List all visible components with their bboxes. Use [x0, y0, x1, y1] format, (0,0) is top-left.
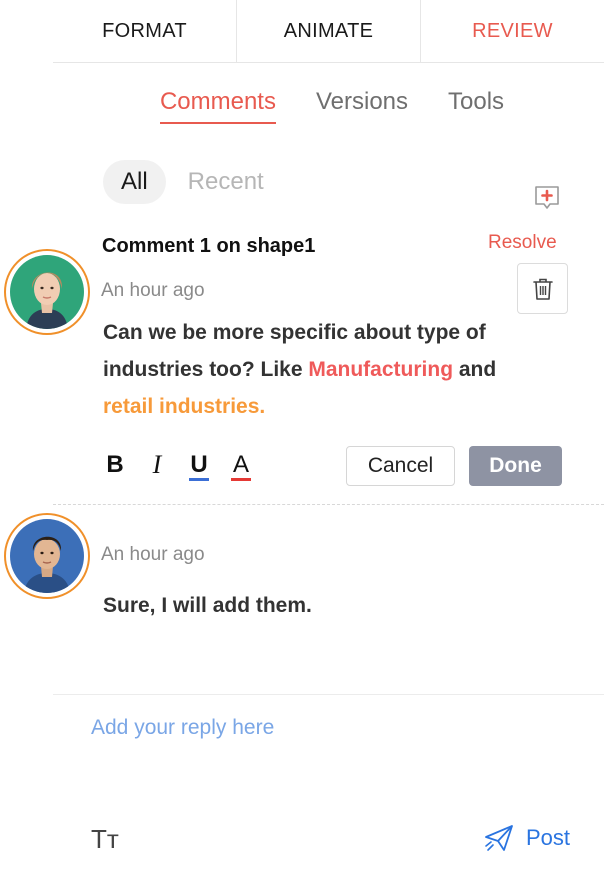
- subtab-versions[interactable]: Versions: [316, 88, 408, 124]
- resolve-link[interactable]: Resolve: [488, 232, 557, 254]
- comment-divider: [53, 504, 604, 505]
- post-label: Post: [526, 825, 571, 850]
- comment-timestamp: An hour ago: [101, 280, 205, 301]
- subtab-tools[interactable]: Tools: [448, 88, 504, 124]
- font-color-button[interactable]: A: [229, 451, 253, 481]
- text-size-icon[interactable]: Tт: [91, 824, 119, 855]
- comment-highlight-retail: retail industries.: [103, 395, 266, 418]
- send-icon: [485, 825, 513, 851]
- comment-text: and: [453, 358, 497, 381]
- italic-button[interactable]: I: [145, 450, 169, 480]
- comment-highlight-manufacturing: Manufacturing: [308, 358, 454, 381]
- delete-comment-button[interactable]: [517, 263, 568, 314]
- avatar: [4, 249, 90, 335]
- done-button[interactable]: Done: [469, 446, 562, 486]
- user-avatar-male-icon: [10, 519, 84, 593]
- subtab-comments[interactable]: Comments: [159, 88, 276, 124]
- filter-recent[interactable]: Recent: [170, 160, 282, 204]
- bold-button[interactable]: B: [103, 451, 127, 479]
- user-avatar-female-icon: [10, 255, 84, 329]
- review-sub-tabs: Comments Versions Tools: [0, 88, 604, 124]
- comment-body[interactable]: Can we be more specific about type of in…: [103, 314, 543, 425]
- trash-icon: [532, 278, 553, 300]
- comment-title: Comment 1 on shape1: [102, 235, 316, 257]
- tab-format[interactable]: FORMAT: [53, 0, 236, 62]
- tab-review[interactable]: REVIEW: [420, 0, 604, 62]
- post-button[interactable]: Post: [484, 824, 570, 852]
- reply-input[interactable]: [91, 708, 571, 748]
- cancel-button[interactable]: Cancel: [346, 446, 455, 486]
- add-comment-icon[interactable]: [533, 184, 561, 212]
- underline-button[interactable]: U: [187, 451, 211, 481]
- tab-animate[interactable]: ANIMATE: [236, 0, 420, 62]
- comment-timestamp: An hour ago: [101, 544, 205, 565]
- avatar: [4, 513, 90, 599]
- reply-divider: [53, 694, 604, 695]
- format-toolbar: B I U A: [103, 450, 253, 481]
- comment-filter: All Recent: [103, 160, 282, 204]
- comment-body: Sure, I will add them.: [103, 594, 312, 617]
- top-tab-bar: FORMAT ANIMATE REVIEW: [53, 0, 604, 63]
- filter-all[interactable]: All: [103, 160, 166, 204]
